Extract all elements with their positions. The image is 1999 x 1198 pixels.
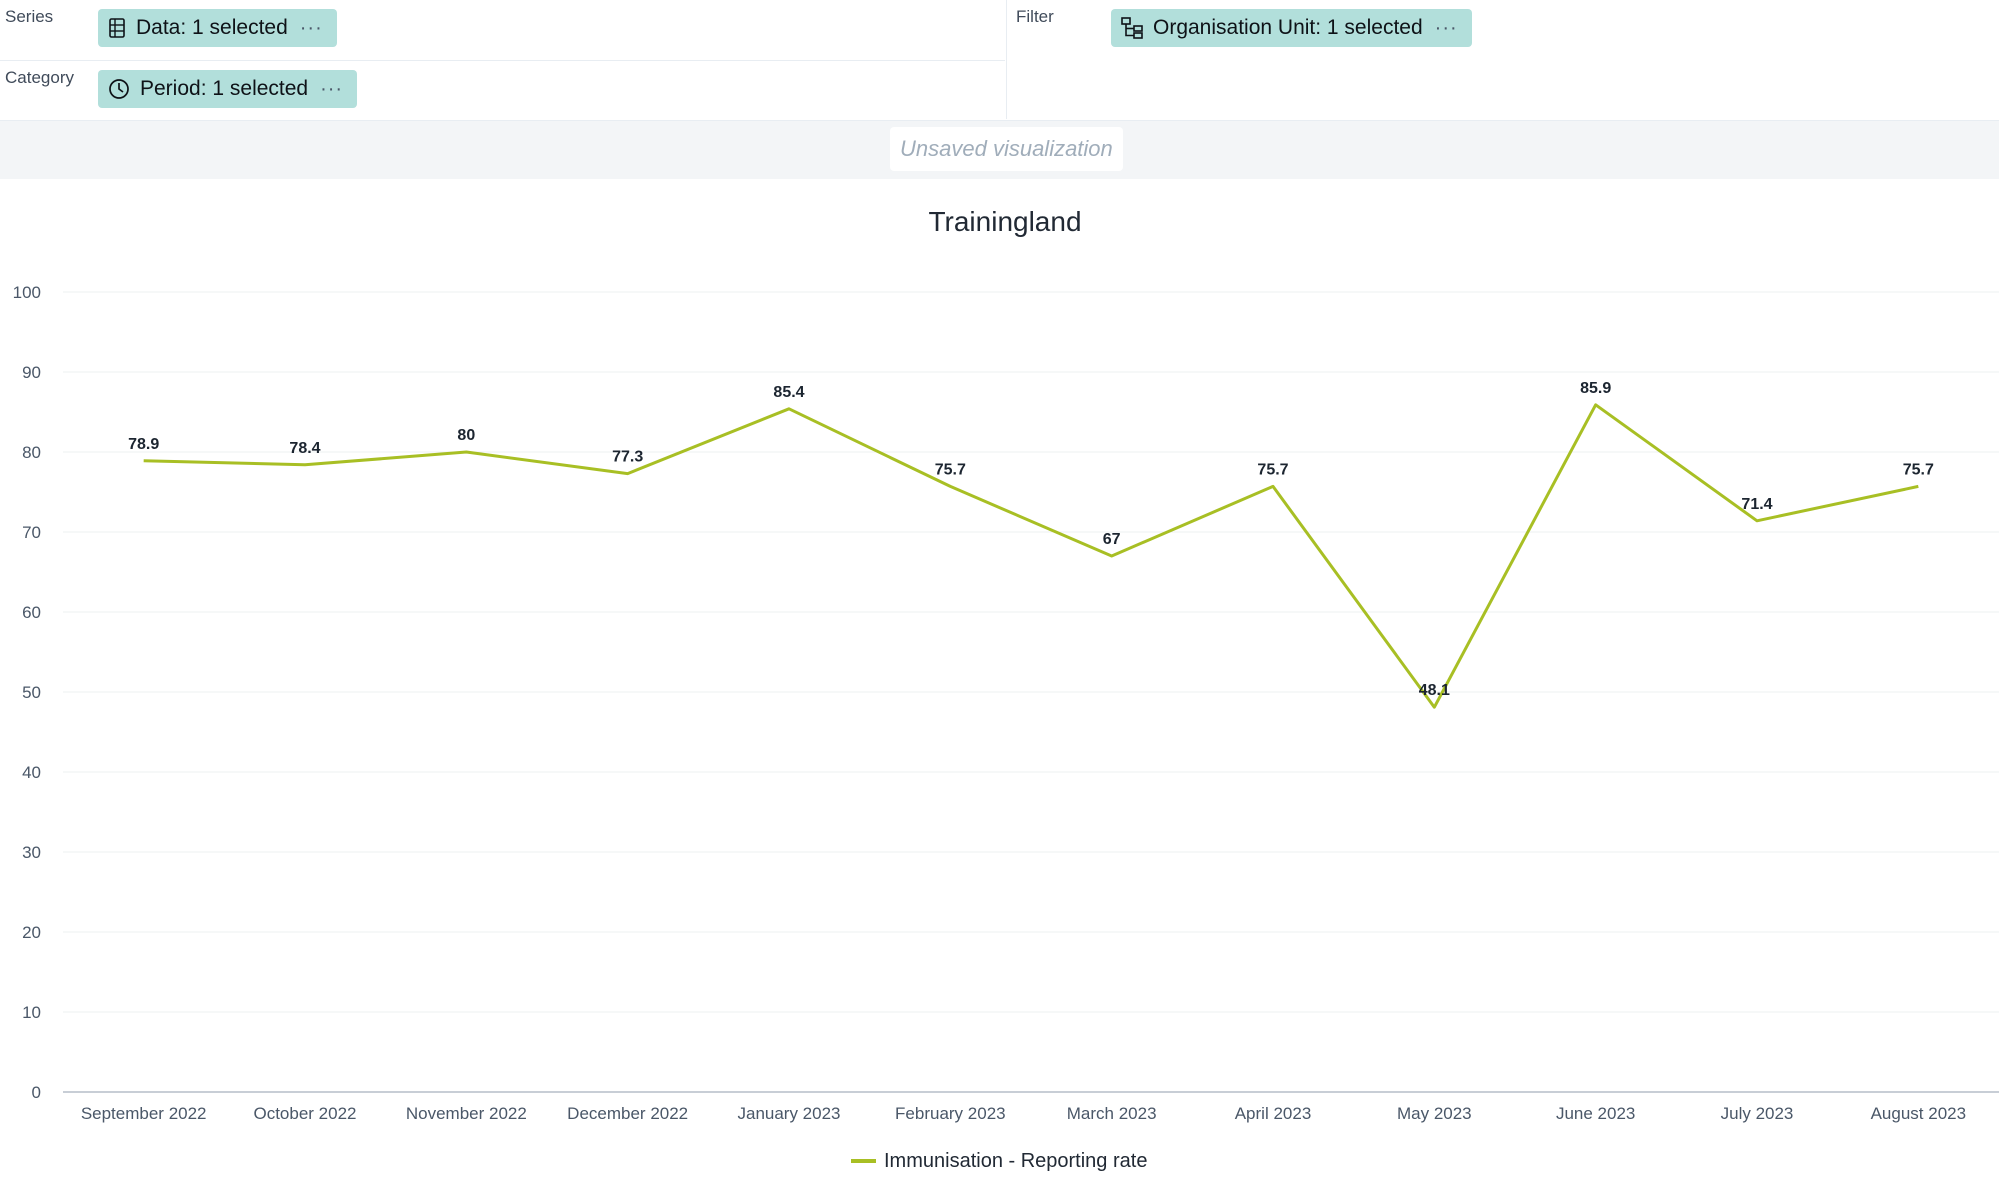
orgunit-chip-label: Organisation Unit: 1 selected: [1153, 16, 1423, 39]
y-tick-label: 80: [22, 443, 41, 462]
x-tick-label: October 2022: [253, 1104, 356, 1123]
filter-axis-label: Filter: [1016, 7, 1054, 26]
more-icon[interactable]: ···: [320, 78, 343, 101]
y-tick-label: 60: [22, 603, 41, 622]
data-label: 85.4: [773, 384, 804, 401]
org-tree-icon: [1121, 17, 1143, 39]
chart-legend[interactable]: Immunisation - Reporting rate: [851, 1150, 1147, 1172]
data-label: 78.9: [128, 436, 159, 453]
grid-lines: [63, 291, 1999, 1093]
data-label: 80: [457, 427, 475, 444]
y-tick-label: 20: [22, 923, 41, 942]
y-tick-label: 0: [32, 1083, 41, 1102]
series-axis-label: Series: [5, 7, 54, 26]
clock-icon: [109, 79, 129, 99]
y-tick-label: 30: [22, 843, 41, 862]
layout-panel: Series Data: 1 selected ··· Category Per…: [0, 0, 1999, 120]
visualization-title[interactable]: Unsaved visualization: [890, 127, 1123, 171]
orgunit-dimension-chip[interactable]: Organisation Unit: 1 selected ···: [1111, 9, 1472, 47]
chart-title: Trainingland: [928, 206, 1081, 237]
y-tick-label: 100: [13, 283, 41, 302]
data-point[interactable]: [301, 461, 309, 469]
x-tick-label: April 2023: [1235, 1104, 1312, 1123]
data-label: 75.7: [935, 461, 966, 478]
x-tick-label: July 2023: [1721, 1104, 1794, 1123]
data-point[interactable]: [624, 470, 632, 478]
data-label: 78.4: [289, 440, 320, 457]
data-dimension-chip[interactable]: Data: 1 selected ···: [98, 9, 337, 47]
data-point[interactable]: [1914, 482, 1922, 490]
x-tick-label: March 2023: [1067, 1104, 1157, 1123]
data-point[interactable]: [1430, 703, 1438, 711]
x-axis-labels: September 2022 October 2022 November 2022 D…: [81, 1104, 1966, 1123]
period-dimension-chip[interactable]: Period: 1 selected ···: [98, 70, 358, 108]
data-label: 48.1: [1419, 682, 1450, 699]
x-tick-label: May 2023: [1397, 1104, 1472, 1123]
data-label: 85.9: [1580, 380, 1611, 397]
data-label: 75.7: [1903, 461, 1934, 478]
y-axis-labels: 0 10 20 30 40 50 60 70 80 90 100: [13, 283, 41, 1102]
data-point[interactable]: [140, 457, 148, 465]
data-point[interactable]: [1592, 401, 1600, 409]
y-tick-label: 10: [22, 1003, 41, 1022]
more-icon[interactable]: ···: [300, 17, 323, 40]
data-label: 77.3: [612, 449, 643, 466]
more-icon[interactable]: ···: [1435, 17, 1458, 40]
series-layer: [140, 401, 1922, 711]
y-tick-label: 90: [22, 363, 41, 382]
category-axis-label: Category: [5, 68, 74, 87]
x-tick-label: February 2023: [895, 1104, 1006, 1123]
data-point[interactable]: [1108, 552, 1116, 560]
data-point[interactable]: [1269, 482, 1277, 490]
data-chip-label: Data: 1 selected: [136, 16, 288, 39]
x-tick-label: November 2022: [406, 1104, 527, 1123]
x-tick-label: June 2023: [1556, 1104, 1635, 1123]
x-tick-label: January 2023: [737, 1104, 840, 1123]
data-label: 67: [1103, 531, 1121, 548]
period-chip-label: Period: 1 selected: [140, 77, 309, 100]
data-table-icon: [109, 18, 125, 38]
data-labels: 78.9 78.4 80 77.3 85.4 75.7 67 75.7 48.1 85.9 71.4…: [128, 380, 1934, 699]
data-point[interactable]: [1753, 517, 1761, 525]
y-tick-label: 40: [22, 763, 41, 782]
x-tick-label: August 2023: [1871, 1104, 1966, 1123]
data-label: 75.7: [1257, 461, 1288, 478]
filter-axis: Filter Organisation Unit: 1 selected ···: [1006, 0, 1999, 119]
x-tick-label: September 2022: [81, 1104, 207, 1123]
data-point[interactable]: [462, 448, 470, 456]
category-axis: Category Period: 1 selected ···: [0, 61, 1005, 121]
line-chart: Trainingland 0 10 20 30 40 50 60 70 80 90 100 Sept…: [13, 206, 1999, 1172]
data-label: 71.4: [1741, 496, 1772, 513]
series-axis: Series Data: 1 selected ···: [0, 0, 1005, 61]
series-line[interactable]: [143, 403, 1919, 709]
x-tick-label: December 2022: [567, 1104, 688, 1123]
legend-label[interactable]: Immunisation - Reporting rate: [884, 1150, 1147, 1172]
data-point[interactable]: [785, 405, 793, 413]
data-point[interactable]: [946, 482, 954, 490]
y-tick-label: 50: [22, 683, 41, 702]
y-tick-label: 70: [22, 523, 41, 542]
visualization-title-bar: Unsaved visualization: [0, 120, 1999, 179]
